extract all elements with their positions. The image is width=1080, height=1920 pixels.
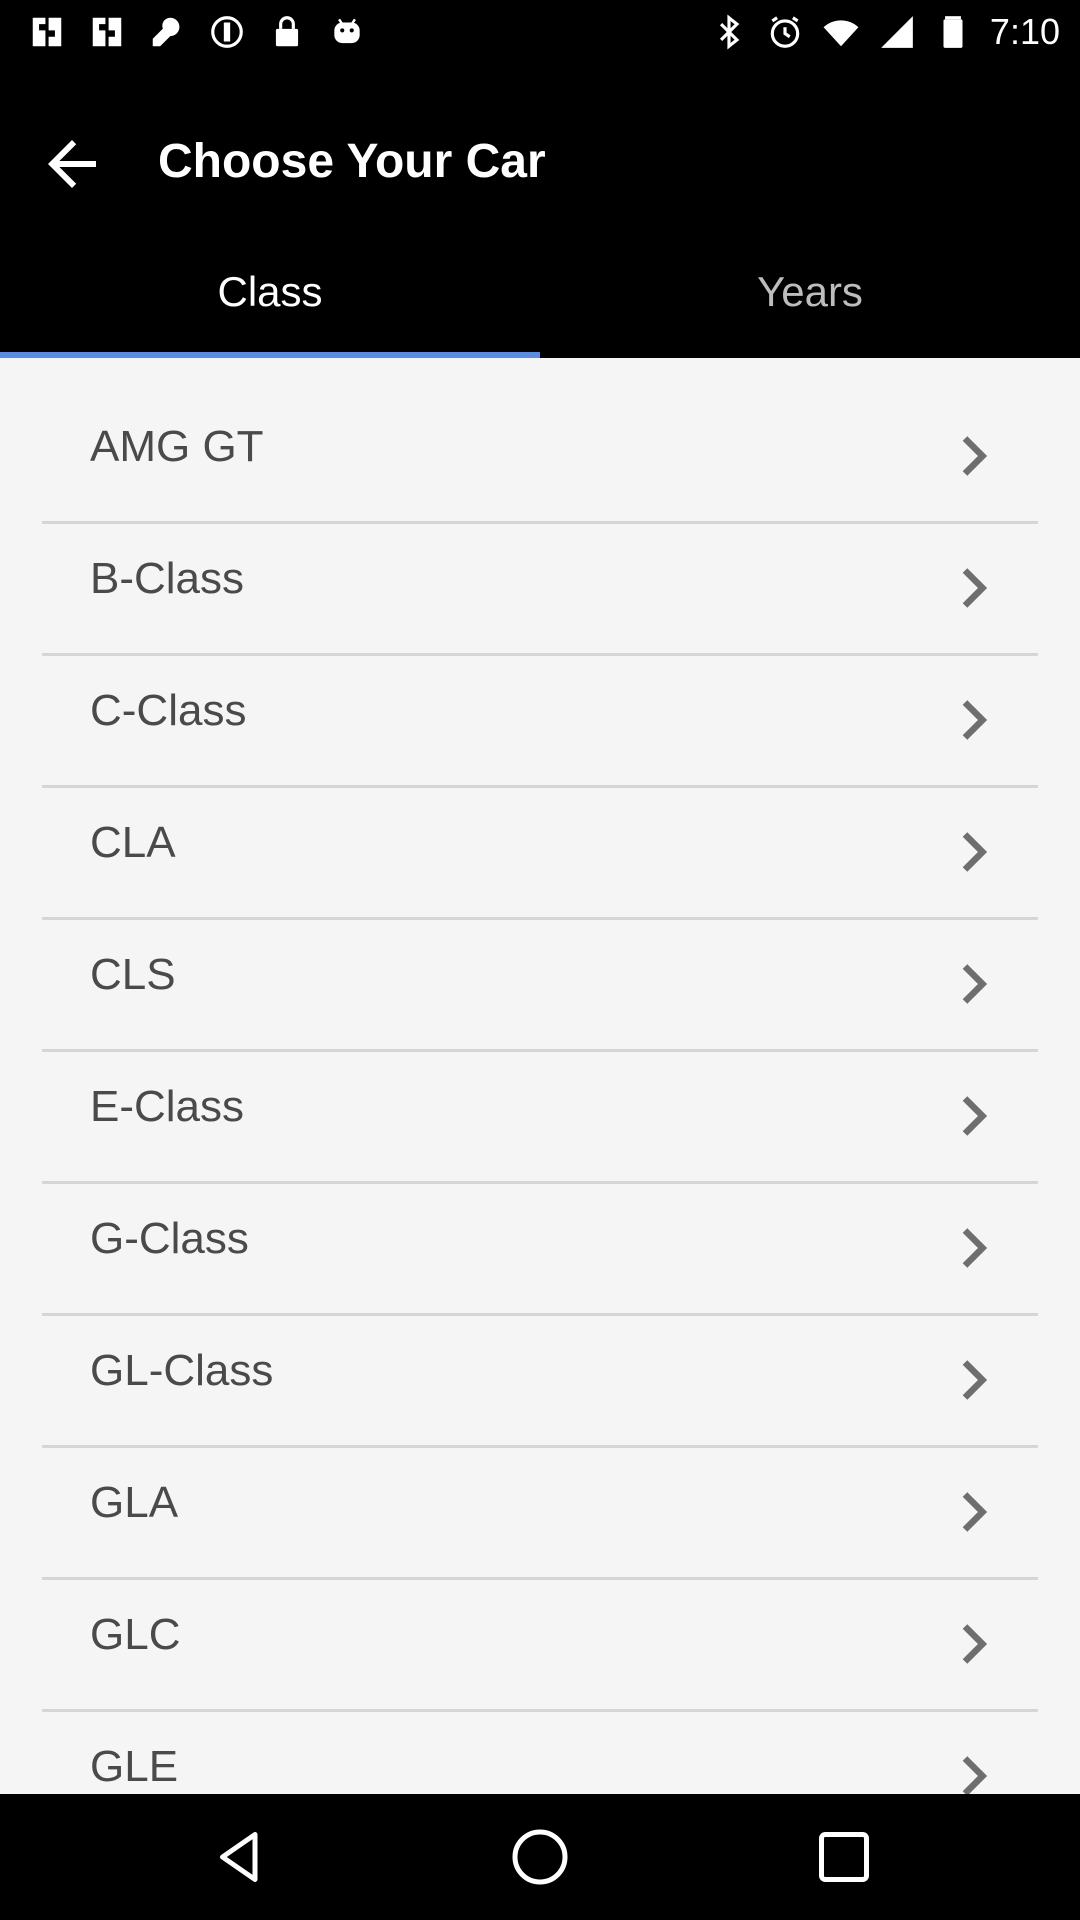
list-item[interactable]: GLE xyxy=(42,1712,1038,1794)
home-circle-icon[interactable] xyxy=(510,1827,570,1887)
list-item[interactable]: AMG GT xyxy=(42,392,1038,524)
chevron-right-icon xyxy=(962,1492,988,1532)
tab-years[interactable]: Years xyxy=(540,248,1080,356)
chevron-right-icon xyxy=(962,700,988,740)
list-item-label: C-Class xyxy=(90,686,247,735)
chevron-right-icon xyxy=(962,1756,988,1794)
list-item-label: B-Class xyxy=(90,554,245,603)
back-triangle-icon[interactable] xyxy=(210,1827,270,1887)
list-item[interactable]: CLS xyxy=(42,920,1038,1052)
record-icon xyxy=(211,16,243,48)
back-arrow-icon[interactable] xyxy=(36,128,108,200)
bluetooth-icon xyxy=(719,14,740,50)
alarm-icon xyxy=(770,16,800,48)
list-item-label: GLE xyxy=(90,1742,179,1791)
status-indicators: 7:10 xyxy=(710,11,1060,52)
list-item-label: GLA xyxy=(90,1478,179,1527)
list-item-label: G-Class xyxy=(90,1214,249,1263)
page-title: Choose Your Car xyxy=(158,135,546,188)
tab-bar: Class Years xyxy=(0,248,1080,356)
chevron-right-icon xyxy=(962,1096,988,1136)
status-bar: 7:10 xyxy=(0,0,1080,64)
recents-square-icon[interactable] xyxy=(814,1827,874,1887)
status-notifications xyxy=(28,12,366,52)
tab-class[interactable]: Class xyxy=(0,248,540,356)
chevron-right-icon xyxy=(962,832,988,872)
app-bar: Choose Your Car xyxy=(0,64,1080,248)
signal-icon xyxy=(881,16,913,48)
chevron-right-icon xyxy=(962,964,988,1004)
list-item-label: E-Class xyxy=(90,1082,245,1131)
car-class-list-container: AMG GT B-Class C-Class CLA CLS E-Class G… xyxy=(0,358,1080,1794)
chevron-right-icon xyxy=(962,568,988,608)
wrench-icon xyxy=(152,17,180,47)
chevron-right-icon xyxy=(962,1624,988,1664)
list-item[interactable]: B-Class xyxy=(42,524,1038,656)
list-item[interactable]: GLA xyxy=(42,1448,1038,1580)
wifi-icon xyxy=(823,20,859,47)
android-icon xyxy=(334,18,360,44)
list-item-label: CLA xyxy=(90,818,176,867)
list-item-label: AMG GT xyxy=(90,422,264,471)
status-time: 7:10 xyxy=(989,11,1060,52)
list-item[interactable]: GL-Class xyxy=(42,1316,1038,1448)
battery-icon xyxy=(943,16,963,48)
list-item[interactable]: E-Class xyxy=(42,1052,1038,1184)
system-nav-bar xyxy=(0,1794,1080,1920)
chevron-right-icon xyxy=(962,1360,988,1400)
list-item[interactable]: CLA xyxy=(42,788,1038,920)
list-item-label: GLC xyxy=(90,1610,181,1659)
app-notification-icon xyxy=(32,17,62,47)
chevron-right-icon xyxy=(962,1228,988,1268)
list-item-label: GL-Class xyxy=(90,1346,274,1395)
app-notification-icon xyxy=(92,17,122,47)
car-class-list: AMG GT B-Class C-Class CLA CLS E-Class G… xyxy=(42,392,1038,1794)
chevron-right-icon xyxy=(962,436,988,476)
list-item-label: CLS xyxy=(90,950,176,999)
list-item[interactable]: GLC xyxy=(42,1580,1038,1712)
lock-icon xyxy=(275,16,299,47)
list-item[interactable]: C-Class xyxy=(42,656,1038,788)
list-item[interactable]: G-Class xyxy=(42,1184,1038,1316)
